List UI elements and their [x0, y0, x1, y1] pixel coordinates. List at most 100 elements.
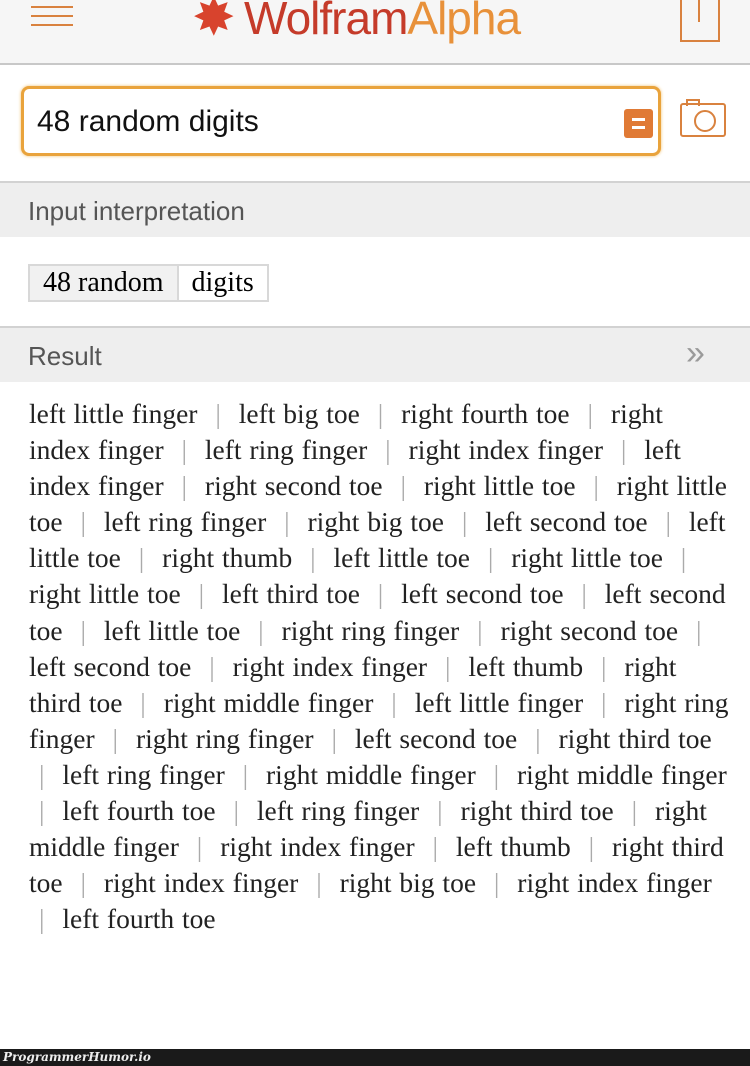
result-item: left second toe [354, 722, 518, 754]
result-separator: | [316, 867, 322, 899]
result-item: right third toe [460, 795, 614, 827]
result-item: right second toe [204, 470, 383, 502]
result-item: right third toe [558, 722, 712, 754]
result-item: right index finger [232, 650, 428, 682]
result-separator: | [138, 542, 145, 574]
result-separator: | [140, 686, 146, 718]
result-item: left ring finger [204, 434, 368, 466]
input-interpretation-title: Input interpretation [28, 196, 245, 226]
result-separator: | [581, 578, 587, 610]
double-chevron-right-icon[interactable]: » [686, 334, 705, 373]
result-separator: | [437, 795, 443, 827]
input-interpretation-box: 48 random digits [28, 264, 269, 302]
result-item: right index finger [103, 867, 299, 899]
watermark: ProgrammerHumor.io [0, 1049, 750, 1066]
result-item: left little toe [103, 614, 241, 646]
wolframalpha-logo[interactable]: ✸ WolframAlpha® [192, 0, 527, 48]
camera-icon[interactable] [680, 99, 726, 137]
result-separator: | [535, 722, 541, 754]
result-item: right ring finger [281, 614, 460, 646]
result-item: right middle finger [266, 758, 476, 790]
result-item: left ring finger [62, 758, 225, 790]
logo-wolfram: Wolfram [244, 0, 408, 44]
result-separator: | [112, 722, 119, 754]
result-separator: | [242, 758, 249, 790]
result-separator: | [198, 578, 205, 610]
result-separator: | [665, 506, 671, 538]
result-item: right index finger [220, 831, 415, 863]
top-bar: ✸ WolframAlpha® [0, 0, 750, 65]
result-item: left big toe [238, 398, 360, 429]
result-separator: | [80, 506, 86, 538]
result-item: left ring finger [103, 506, 267, 538]
result-separator: | [696, 614, 702, 646]
result-separator: | [432, 831, 439, 863]
result-separator: | [258, 614, 264, 646]
result-separator: | [587, 398, 594, 429]
result-separator: | [444, 650, 451, 682]
result-item: right big toe [339, 867, 477, 899]
result-item: left little toe [333, 542, 470, 574]
result-separator: | [284, 506, 290, 538]
result-item: right little toe [29, 578, 181, 610]
result-item: right index finger [408, 434, 603, 466]
result-separator: | [196, 831, 203, 863]
result-item: right little toe [511, 542, 663, 574]
result-separator: | [310, 542, 316, 574]
result-separator: | [39, 758, 45, 790]
result-separator: | [181, 434, 188, 466]
result-separator: | [39, 903, 45, 935]
result-separator: | [487, 542, 494, 574]
result-separator: | [80, 867, 86, 899]
result-separator: | [601, 650, 607, 682]
result-item: right middle finger [163, 686, 374, 718]
result-item: left second toe [485, 506, 648, 538]
result-separator: | [493, 758, 500, 790]
result-header: Result » [0, 326, 750, 382]
result-separator: | [385, 434, 391, 466]
result-item: right fourth toe [401, 398, 570, 429]
search-input[interactable] [35, 101, 599, 143]
result-item: left ring finger [256, 795, 420, 827]
interpretation-part: digits [191, 267, 254, 298]
result-separator: | [477, 614, 483, 646]
logo-alpha: Alpha [407, 0, 521, 44]
result-item: left second toe [29, 650, 192, 682]
spikey-logo-icon: ✸ [192, 0, 236, 47]
result-title: Result [28, 341, 102, 371]
search-box [21, 86, 661, 156]
result-item: right thumb [162, 542, 293, 574]
result-item: right index finger [517, 867, 712, 899]
result-item: left fourth toe [62, 903, 216, 935]
equals-icon[interactable] [624, 109, 653, 138]
result-separator: | [601, 686, 607, 718]
result-item: left thumb [455, 831, 571, 863]
result-item: right middle finger [517, 758, 727, 790]
result-text: left little finger | left big toe | righ… [29, 396, 729, 937]
interpretation-part: 48 random [30, 266, 179, 300]
result-separator: | [377, 398, 384, 429]
result-separator: | [377, 578, 384, 610]
result-separator: | [80, 614, 86, 646]
result-separator: | [680, 542, 687, 574]
result-separator: | [493, 867, 500, 899]
result-separator: | [215, 398, 221, 429]
result-separator: | [588, 831, 595, 863]
menu-icon[interactable] [31, 6, 73, 28]
result-separator: | [400, 470, 406, 502]
result-item: left fourth toe [62, 795, 216, 827]
result-separator: | [181, 470, 188, 502]
result-separator: | [391, 686, 397, 718]
result-item: right little toe [423, 470, 576, 502]
result-item: right ring finger [135, 722, 314, 754]
result-separator: | [461, 506, 468, 538]
result-item: left thumb [468, 650, 584, 682]
result-item: right second toe [500, 614, 679, 646]
result-separator: | [631, 795, 638, 827]
result-item: left little finger [414, 686, 584, 718]
result-separator: | [233, 795, 239, 827]
result-separator: | [39, 795, 45, 827]
result-separator: | [593, 470, 599, 502]
result-item: left little finger [29, 398, 198, 429]
share-icon[interactable] [680, 0, 720, 42]
